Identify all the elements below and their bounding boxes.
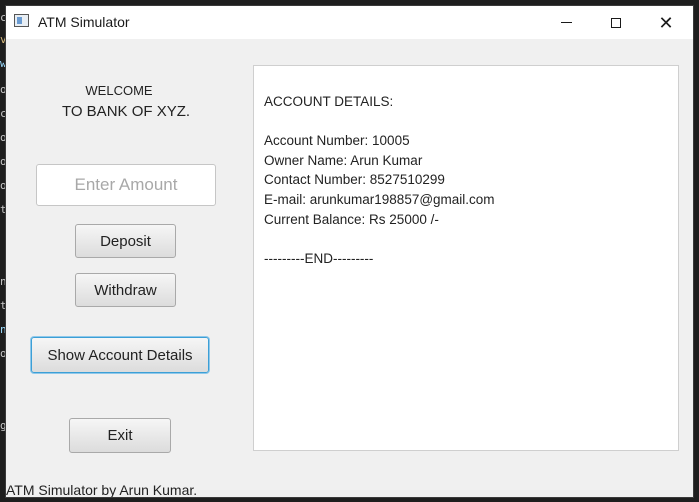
close-button[interactable]: ✕ [643,6,689,39]
maximize-icon [611,17,621,28]
account-number-line: Account Number: 10005 [264,133,410,149]
current-balance-line: Current Balance: Rs 25000 /- [264,211,439,227]
withdraw-button[interactable]: Withdraw [75,273,176,307]
title-bar[interactable]: ATM Simulator ✕ [6,6,693,39]
minimize-icon [560,22,572,23]
account-details-text-area[interactable]: ACCOUNT DETAILS: Account Number: 10005 O… [253,65,679,451]
owner-name-line: Owner Name: Arun Kumar [264,152,423,168]
amount-input[interactable] [36,164,216,206]
deposit-button[interactable]: Deposit [75,224,176,258]
exit-button[interactable]: Exit [69,418,171,453]
status-label: ATM Simulator by Arun Kumar. [6,482,198,498]
window-title: ATM Simulator [38,14,130,30]
app-window-icon [14,14,29,27]
maximize-button[interactable] [593,6,639,39]
contact-number-line: Contact Number: 8527510299 [264,172,445,188]
bank-name-heading: TO BANK OF XYZ. [61,103,191,120]
end-marker-line: ---------END--------- [264,250,374,266]
email-line: E-mail: arunkumar198857@gmail.com [264,191,495,207]
show-account-details-button[interactable]: Show Account Details [31,337,209,373]
atm-simulator-window: ATM Simulator ✕ WELCOME TO BANK OF XYZ. … [5,5,694,498]
minimize-button[interactable] [543,6,589,39]
close-icon: ✕ [658,12,674,33]
account-details-heading: ACCOUNT DETAILS: [264,94,394,109]
welcome-heading: WELCOME [85,83,153,98]
